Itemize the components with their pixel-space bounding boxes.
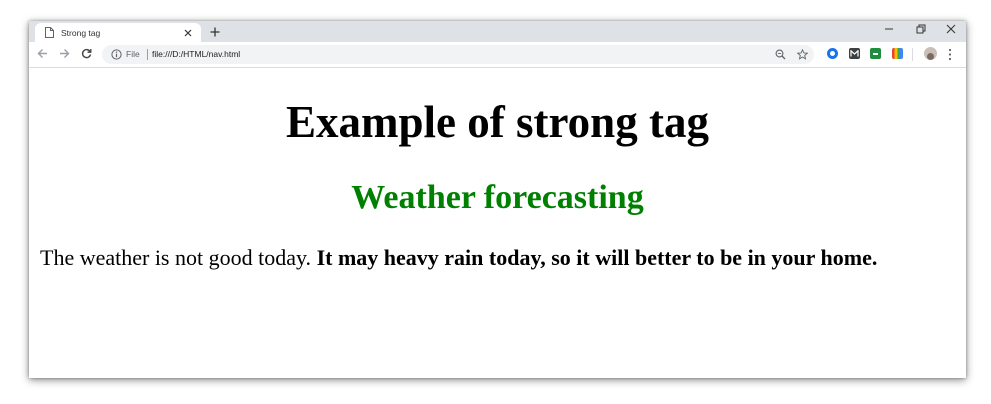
minimize-button[interactable] (873, 21, 905, 39)
forward-arrow-icon (59, 46, 70, 64)
page-paragraph: The weather is not good today. It may he… (40, 244, 877, 272)
back-arrow-icon (37, 46, 48, 64)
restore-button[interactable] (905, 21, 937, 39)
paragraph-strong-text: It may heavy rain today, so it will bett… (316, 245, 878, 270)
info-icon[interactable] (110, 48, 123, 61)
forward-button[interactable] (56, 46, 73, 63)
page-heading: Example of strong tag (286, 97, 709, 147)
bookmark-star-icon[interactable] (796, 48, 809, 61)
browser-window: Strong tag File file:///D:/HTML/nav.html… (29, 21, 966, 378)
close-icon (946, 21, 956, 39)
toolbar-divider (912, 48, 913, 61)
blue-circle-extension-icon[interactable] (827, 48, 838, 59)
omnibox-divider (147, 49, 148, 60)
back-button[interactable] (34, 46, 51, 63)
reload-icon (81, 46, 92, 64)
tab-strip: Strong tag (29, 21, 966, 42)
new-tab-button[interactable] (207, 24, 223, 40)
tab-strong-tag[interactable]: Strong tag (35, 23, 201, 42)
url-text[interactable]: file:///D:/HTML/nav.html (152, 49, 240, 60)
restore-icon (916, 21, 926, 39)
menu-dots-icon[interactable] (947, 48, 953, 61)
address-bar[interactable]: File file:///D:/HTML/nav.html (102, 45, 814, 64)
close-tab-icon[interactable] (181, 26, 195, 40)
document-icon (43, 27, 55, 39)
page-subheading: Weather forecasting (351, 179, 644, 216)
m-extension-icon[interactable] (849, 48, 860, 59)
toolbar: File file:///D:/HTML/nav.html (29, 42, 966, 68)
avatar[interactable] (924, 47, 937, 60)
tab-title: Strong tag (61, 27, 101, 38)
zoom-icon[interactable] (774, 48, 787, 61)
color-bars-extension-icon[interactable] (892, 48, 903, 59)
paragraph-normal-text: The weather is not good today. (40, 245, 317, 270)
reload-button[interactable] (78, 46, 95, 63)
scheme-label: File (126, 49, 140, 59)
minimize-icon (884, 21, 894, 39)
close-window-button[interactable] (935, 21, 966, 39)
page-content: Example of strong tag Weather forecastin… (29, 68, 966, 378)
green-extension-icon[interactable] (870, 48, 881, 59)
